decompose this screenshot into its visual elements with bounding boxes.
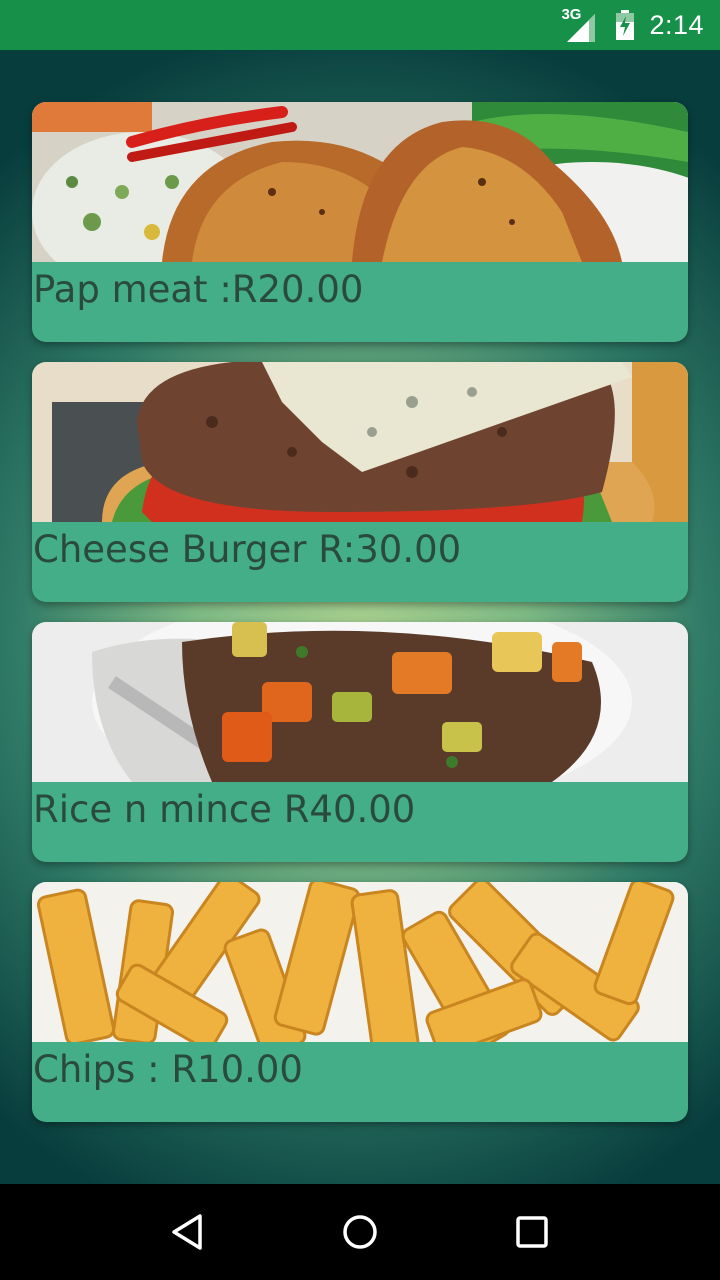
pap-meat-photo (32, 102, 688, 262)
menu-item-cheese-burger[interactable]: Cheese Burger R:30.00 (32, 362, 688, 602)
recents-icon[interactable] (502, 1202, 562, 1262)
signal-icon: 3G (561, 6, 597, 42)
menu-item-label: Cheese Burger R:30.00 (33, 528, 462, 571)
home-icon[interactable] (330, 1202, 390, 1262)
network-type: 3G (561, 6, 582, 23)
battery-icon (615, 10, 635, 40)
clock: 2:14 (649, 9, 704, 40)
status-bar: 3G 2:14 (0, 0, 720, 50)
menu-list: Pap meat :R20.00 Cheese Burger R:30.00 R… (32, 102, 688, 1142)
rice-and-mince-photo (32, 622, 688, 782)
menu-item-pap-meat[interactable]: Pap meat :R20.00 (32, 102, 688, 342)
back-icon[interactable] (158, 1202, 218, 1262)
menu-item-label: Chips : R10.00 (33, 1048, 303, 1091)
chips-photo (32, 882, 688, 1042)
menu-item-label: Rice n mince R40.00 (33, 788, 416, 831)
navigation-bar (0, 1184, 720, 1280)
menu-item-label: Pap meat :R20.00 (33, 268, 364, 311)
menu-item-rice-n-mince[interactable]: Rice n mince R40.00 (32, 622, 688, 862)
cheese-burger-photo (32, 362, 688, 522)
menu-item-chips[interactable]: Chips : R10.00 (32, 882, 688, 1122)
